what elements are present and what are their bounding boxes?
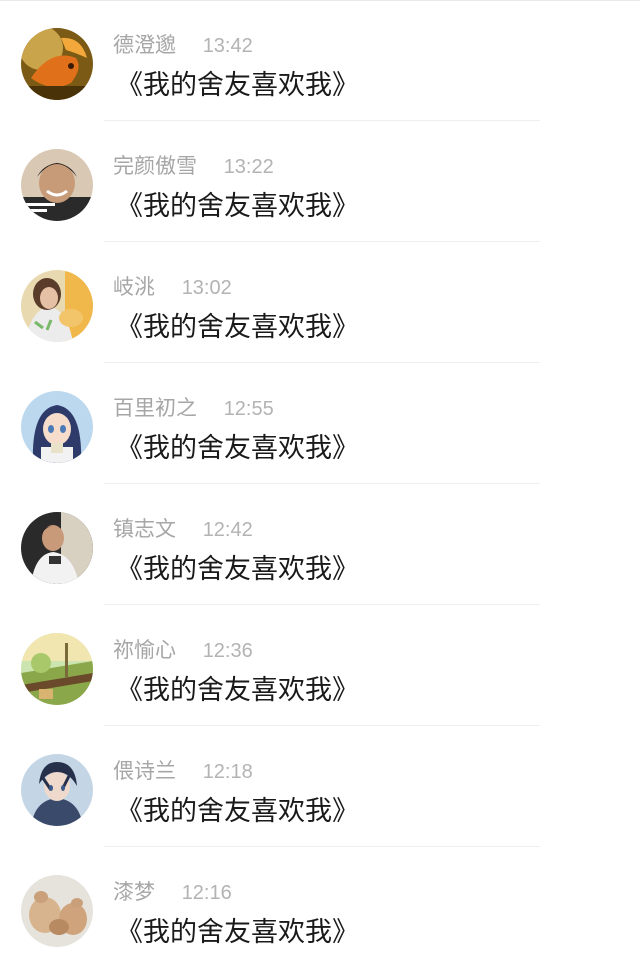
message-time: 13:42 — [202, 35, 253, 57]
message-preview: 《我的舍友喜欢我》 — [116, 433, 359, 464]
conversation-row[interactable]: 岐洮 13:02 《我的舍友喜欢我》 — [0, 242, 640, 363]
conversation-row[interactable]: 德澄邈 13:42 《我的舍友喜欢我》 — [0, 0, 640, 121]
plush-bear-avatar[interactable] — [21, 875, 93, 947]
message-preview: 《我的舍友喜欢我》 — [116, 191, 359, 222]
message-time: 12:36 — [202, 640, 253, 662]
contact-name: 完颜傲雪 — [113, 154, 197, 178]
conversation-row[interactable]: 镇志文 12:42 《我的舍友喜欢我》 — [0, 484, 640, 605]
message-time: 12:18 — [202, 761, 253, 783]
anime-boy-avatar[interactable] — [21, 754, 93, 826]
message-preview: 《我的舍友喜欢我》 — [116, 917, 359, 948]
conversation-row[interactable]: 完颜傲雪 13:22 《我的舍友喜欢我》 — [0, 121, 640, 242]
girl-with-cat-avatar[interactable] — [21, 270, 93, 342]
conversation-row[interactable]: 百里初之 12:55 《我的舍友喜欢我》 — [0, 363, 640, 484]
goldfish-avatar[interactable] — [21, 28, 93, 100]
conversation-list: 德澄邈 13:42 《我的舍友喜欢我》 完颜傲雪 13:22 《我的舍友喜欢我》 — [0, 0, 640, 968]
contact-name: 镇志文 — [113, 517, 176, 541]
message-time: 12:42 — [202, 519, 253, 541]
message-preview: 《我的舍友喜欢我》 — [116, 312, 359, 343]
contact-name: 祢愉心 — [113, 638, 176, 662]
contact-name: 百里初之 — [113, 396, 197, 420]
message-time: 12:55 — [223, 398, 274, 420]
smiling-boy-avatar[interactable] — [21, 149, 93, 221]
boy-with-phone-avatar[interactable] — [21, 512, 93, 584]
countryside-scene-avatar[interactable] — [21, 633, 93, 705]
conversation-row[interactable]: 祢愉心 12:36 《我的舍友喜欢我》 — [0, 605, 640, 726]
message-preview: 《我的舍友喜欢我》 — [116, 796, 359, 827]
anime-girl-avatar[interactable] — [21, 391, 93, 463]
message-time: 12:16 — [181, 882, 232, 904]
contact-name: 偎诗兰 — [113, 759, 176, 783]
message-time: 13:22 — [223, 156, 274, 178]
message-preview: 《我的舍友喜欢我》 — [116, 554, 359, 585]
message-time: 13:02 — [181, 277, 232, 299]
message-preview: 《我的舍友喜欢我》 — [116, 70, 359, 101]
contact-name: 德澄邈 — [113, 33, 176, 57]
conversation-row[interactable]: 漆梦 12:16 《我的舍友喜欢我》 — [0, 847, 640, 968]
conversation-row[interactable]: 偎诗兰 12:18 《我的舍友喜欢我》 — [0, 726, 640, 847]
contact-name: 漆梦 — [113, 880, 155, 904]
contact-name: 岐洮 — [113, 275, 155, 299]
message-preview: 《我的舍友喜欢我》 — [116, 675, 359, 706]
